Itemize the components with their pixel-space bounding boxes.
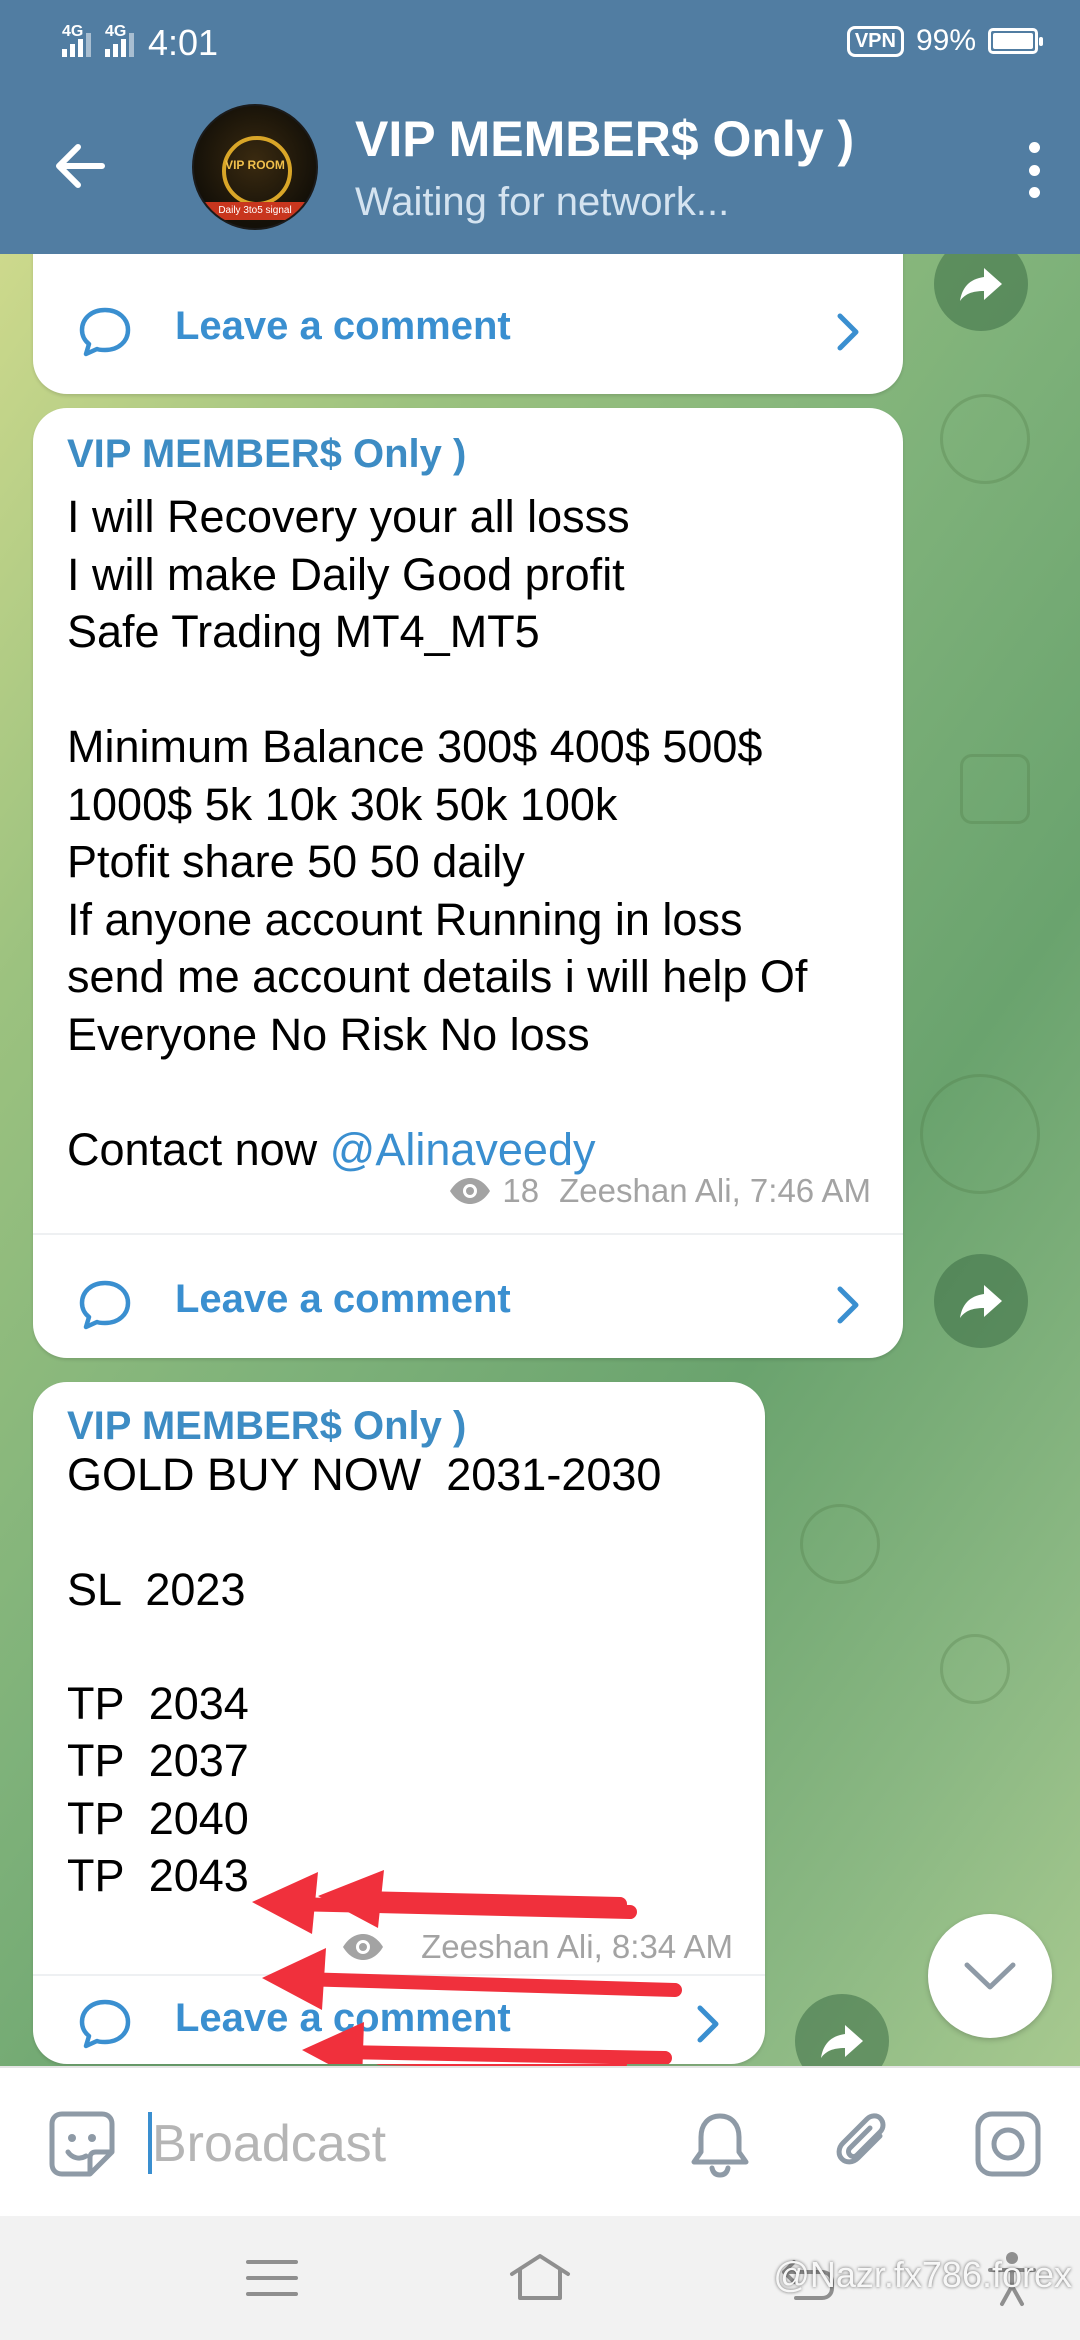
- clock: 4:01: [148, 22, 219, 63]
- status-bar: 4G 4G 4:01 VPN 99%: [0, 0, 1080, 84]
- recent-apps-icon[interactable]: [240, 2248, 304, 2308]
- background-doodle: [800, 1504, 880, 1584]
- more-options-icon[interactable]: [1024, 142, 1044, 198]
- message-body: I will Recovery your all losss I will ma…: [67, 491, 808, 1060]
- share-button[interactable]: [934, 254, 1028, 331]
- home-icon[interactable]: [508, 2248, 572, 2308]
- channel-title[interactable]: VIP MEMBER$ Only ): [355, 110, 854, 168]
- network-type-label: 4G: [105, 23, 127, 40]
- chevron-down-icon: [964, 1962, 1016, 1990]
- leave-comment-label: Leave a comment: [175, 1996, 511, 2040]
- broadcast-input[interactable]: [152, 2112, 652, 2176]
- message-author-time: Zeeshan Ali, 7:46 AM: [559, 1172, 871, 1209]
- message-author-time: Zeeshan Ali, 8:34 AM: [421, 1928, 733, 1965]
- network-type-label: 4G: [62, 23, 84, 40]
- comment-bubble-icon: [79, 307, 131, 357]
- vpn-badge: VPN: [846, 25, 904, 57]
- chat-header: VIP ROOM Daily 3to5 signal VIP MEMBER$ O…: [0, 84, 1080, 254]
- contact-prefix: Contact now: [67, 1123, 330, 1175]
- leave-comment-label: Leave a comment: [175, 304, 511, 348]
- background-doodle: [920, 1074, 1040, 1194]
- signal-icon: 4G: [62, 23, 91, 57]
- sticker-emoji-icon[interactable]: [44, 2106, 120, 2182]
- leave-comment-label: Leave a comment: [175, 1277, 511, 1321]
- divider: [33, 1233, 903, 1235]
- message-bubble: VIP MEMBER$ Only ) I will Recovery your …: [33, 408, 903, 1358]
- scroll-down-button[interactable]: [928, 1914, 1052, 2038]
- background-doodle: [960, 754, 1030, 824]
- battery-icon: [988, 28, 1043, 54]
- leave-comment-button[interactable]: Leave a comment: [33, 280, 903, 380]
- avatar-strip-text: Daily 3to5 signal: [194, 202, 316, 220]
- red-arrow-line: [353, 1891, 627, 1911]
- eye-icon: [450, 1178, 491, 1204]
- message-sender[interactable]: VIP MEMBER$ Only ): [67, 432, 466, 477]
- system-navigation-bar: @Nazr.fx786.forex: [0, 2216, 1080, 2340]
- chat-area[interactable]: Leave a comment VIP MEMBER$ Only ) I wil…: [0, 254, 1080, 2066]
- message-text: I will Recovery your all losss I will ma…: [67, 488, 807, 1178]
- battery-percent: 99%: [915, 24, 976, 57]
- comment-bubble-icon: [79, 1280, 131, 1330]
- background-doodle: [940, 1634, 1010, 1704]
- channel-avatar[interactable]: VIP ROOM Daily 3to5 signal: [192, 104, 318, 230]
- message-meta: Zeeshan Ali, 8:34 AM: [341, 1928, 733, 1966]
- instagram-camera-icon[interactable]: [970, 2106, 1046, 2182]
- message-bubble: Leave a comment: [33, 254, 903, 394]
- connection-status: Waiting for network...: [355, 180, 730, 224]
- share-button[interactable]: [795, 1994, 889, 2066]
- username-mention-link[interactable]: @Alinaveedy: [330, 1124, 596, 1175]
- watermark-text: @Nazr.fx786.forex: [773, 2254, 1072, 2295]
- back-arrow-icon[interactable]: [50, 136, 110, 196]
- share-arrow-icon: [960, 1285, 1002, 1318]
- comment-bubble-icon: [79, 1999, 131, 2049]
- leave-comment-button[interactable]: Leave a comment: [33, 1972, 765, 2066]
- eye-icon: [343, 1934, 384, 1960]
- signal-icon: 4G: [105, 23, 134, 57]
- annotation-arrows: [318, 1870, 627, 1928]
- message-meta: 18 Zeeshan Ali, 7:46 AM: [448, 1172, 871, 1210]
- background-doodle: [940, 394, 1030, 484]
- share-arrow-icon: [821, 2025, 863, 2058]
- message-text: GOLD BUY NOW 2031-2030 SL 2023 TP 2034 T…: [67, 1426, 661, 1904]
- chevron-right-icon: [697, 2005, 719, 2043]
- message-input-bar: [0, 2066, 1080, 2216]
- share-button[interactable]: [934, 1254, 1028, 1348]
- message-bubble: VIP MEMBER$ Only ) GOLD BUY NOW 2031-203…: [33, 1382, 765, 2064]
- chevron-right-icon: [837, 1286, 859, 1324]
- view-count: 18: [502, 1172, 540, 1209]
- red-arrow-head: [318, 1870, 384, 1928]
- chevron-right-icon: [837, 313, 859, 351]
- paperclip-attach-icon[interactable]: [826, 2106, 902, 2182]
- bell-icon[interactable]: [682, 2106, 758, 2182]
- avatar-text: VIP ROOM: [225, 158, 285, 172]
- message-body: GOLD BUY NOW 2031-2030 SL 2023 TP 2034 T…: [67, 1449, 662, 1902]
- share-arrow-icon: [960, 268, 1002, 301]
- leave-comment-button[interactable]: Leave a comment: [33, 1253, 903, 1353]
